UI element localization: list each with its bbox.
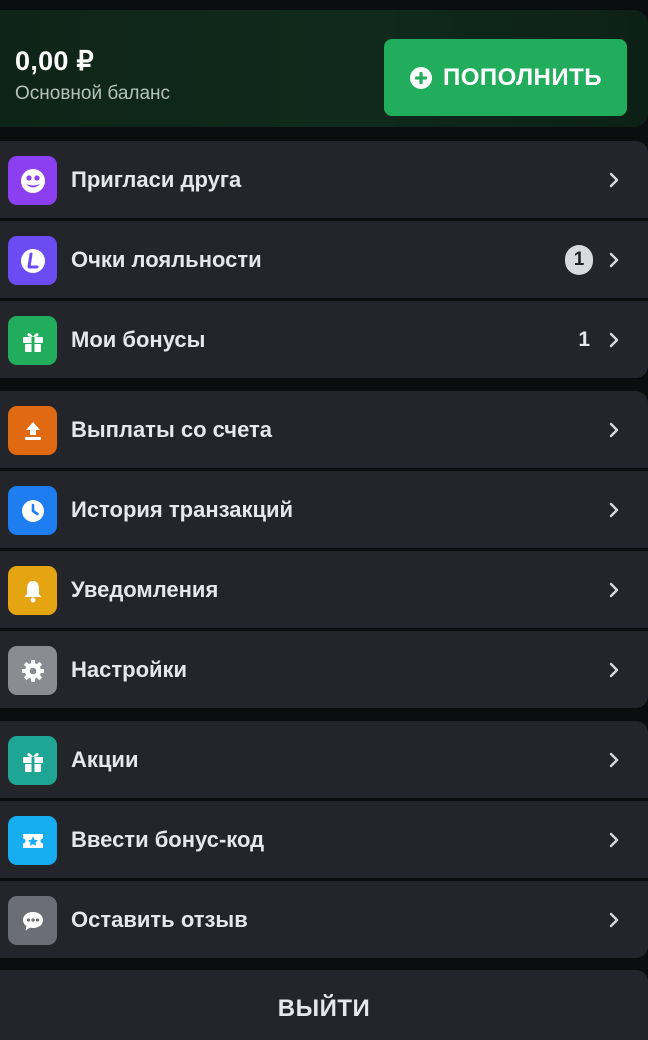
menu-item-label: Оставить отзыв bbox=[71, 906, 248, 932]
menu-item-label: Выплаты со счета bbox=[71, 416, 273, 442]
menu-group-promo: Акции Ввести бонус-код Оставить отзыв bbox=[0, 721, 648, 958]
clock-icon bbox=[8, 486, 57, 535]
chat-icon bbox=[8, 896, 57, 945]
gift-icon bbox=[8, 736, 57, 785]
menu-group-rewards: Пригласи друга Очки лояльности 1 Мои бон bbox=[0, 141, 648, 378]
menu-item-label: Настройки bbox=[71, 656, 188, 682]
menu-item-label: История транзакций bbox=[71, 496, 294, 522]
menu-item-label: Ввести бонус-код bbox=[71, 826, 265, 852]
menu-item-label: Уведомления bbox=[71, 576, 219, 602]
menu-group-account: Выплаты со счета История транзакций Увед… bbox=[0, 391, 648, 708]
chevron-right-icon bbox=[608, 172, 620, 188]
chevron-right-icon bbox=[608, 252, 620, 268]
loyalty-badge: 1 bbox=[565, 244, 593, 275]
menu-item-label: Пригласи друга bbox=[71, 166, 242, 192]
menu-item-label: Очки лояльности bbox=[71, 246, 262, 272]
menu-item-feedback[interactable]: Оставить отзыв bbox=[0, 881, 648, 958]
bell-icon bbox=[8, 566, 57, 615]
menu-item-settings[interactable]: Настройки bbox=[0, 631, 648, 708]
menu-item-withdrawals[interactable]: Выплаты со счета bbox=[0, 391, 648, 468]
logout-button[interactable]: ВЫЙТИ bbox=[0, 970, 648, 1040]
menu-item-label: Акции bbox=[71, 746, 139, 772]
gift-icon bbox=[8, 316, 57, 365]
logout-label: ВЫЙТИ bbox=[277, 995, 371, 1022]
chevron-right-icon bbox=[608, 332, 620, 348]
ticket-icon bbox=[8, 816, 57, 865]
menu-item-promotions[interactable]: Акции bbox=[0, 721, 648, 798]
menu-item-transaction-history[interactable]: История транзакций bbox=[0, 471, 648, 548]
chevron-right-icon bbox=[608, 422, 620, 438]
topup-button[interactable]: ПОПОЛНИТЬ bbox=[384, 39, 627, 116]
menu-item-loyalty-points[interactable]: Очки лояльности 1 bbox=[0, 221, 648, 298]
invite-friend-icon bbox=[8, 156, 57, 205]
bonuses-count: 1 bbox=[578, 327, 590, 351]
balance-card: 0,00 ₽ Основной баланс ПОПОЛНИТЬ bbox=[0, 10, 648, 127]
chevron-right-icon bbox=[608, 832, 620, 848]
menu-item-label: Мои бонусы bbox=[71, 326, 206, 352]
balance-amount: 0,00 ₽ bbox=[15, 46, 95, 76]
menu-item-my-bonuses[interactable]: Мои бонусы 1 bbox=[0, 301, 648, 378]
chevron-right-icon bbox=[608, 662, 620, 678]
balance-label: Основной баланс bbox=[15, 83, 171, 104]
menu-item-notifications[interactable]: Уведомления bbox=[0, 551, 648, 628]
menu-item-invite-friend[interactable]: Пригласи друга bbox=[0, 141, 648, 218]
plus-circle-icon bbox=[409, 66, 432, 89]
upload-icon bbox=[8, 406, 57, 455]
chevron-right-icon bbox=[608, 502, 620, 518]
loyalty-points-icon bbox=[8, 236, 57, 285]
chevron-right-icon bbox=[608, 752, 620, 768]
menu-item-bonus-code[interactable]: Ввести бонус-код bbox=[0, 801, 648, 878]
chevron-right-icon bbox=[608, 912, 620, 928]
topup-label: ПОПОЛНИТЬ bbox=[442, 63, 603, 91]
chevron-right-icon bbox=[608, 582, 620, 598]
gear-icon bbox=[8, 646, 57, 695]
